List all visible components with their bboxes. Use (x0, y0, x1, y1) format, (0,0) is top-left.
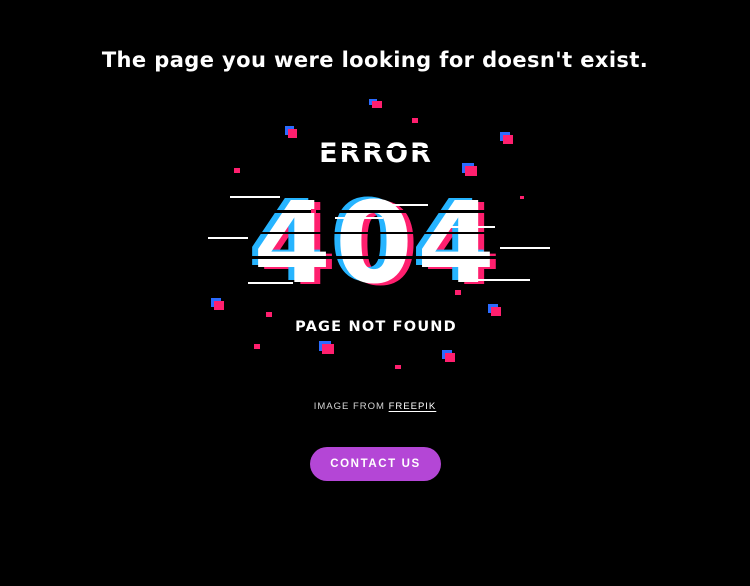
error-label-group: ERROR (318, 138, 438, 169)
glitch-square (395, 365, 401, 369)
glitch-line (208, 237, 248, 239)
glitch-slice (205, 256, 555, 259)
glitch-line (440, 226, 495, 228)
glitch-square (311, 209, 316, 213)
glitch-line (470, 279, 530, 281)
glitch-square (266, 312, 272, 317)
glitch-square (412, 118, 418, 123)
glitch-square (455, 290, 461, 295)
contact-us-button[interactable]: CONTACT US (310, 447, 441, 481)
glitch-square (503, 135, 513, 144)
glitch-line (500, 247, 550, 249)
image-credit: IMAGE FROM FREEPIK (0, 401, 750, 412)
glitch-square (254, 344, 260, 349)
glitch-line (392, 204, 428, 206)
glitch-line (335, 217, 383, 219)
glitch-square (322, 344, 334, 354)
glitch-square (465, 166, 477, 176)
glitch-square (372, 101, 382, 108)
glitch-slice (210, 232, 550, 234)
glitch-square (520, 196, 524, 199)
credit-prefix: IMAGE FROM (313, 401, 385, 412)
glitch-square (491, 307, 501, 316)
error-label: ERROR (319, 138, 433, 169)
glitch-square (288, 129, 297, 138)
glitch-404-graphic: ERROR 404 404 404 PAGE NOT FOUND (200, 99, 560, 369)
freepik-link[interactable]: FREEPIK (389, 401, 437, 412)
glitch-line (230, 196, 280, 198)
error-illustration: ERROR 404 404 404 PAGE NOT FOUND (0, 0, 750, 586)
glitch-line (248, 282, 293, 284)
glitch-slice (200, 210, 560, 213)
glitch-square (234, 168, 240, 173)
glitch-square (445, 353, 455, 362)
code-404-group: 404 404 404 (200, 177, 560, 311)
error-label-slice (318, 148, 438, 150)
page-not-found-label: PAGE NOT FOUND (295, 319, 457, 335)
code-404-white-layer: 404 (253, 179, 499, 309)
glitch-square (214, 301, 224, 310)
